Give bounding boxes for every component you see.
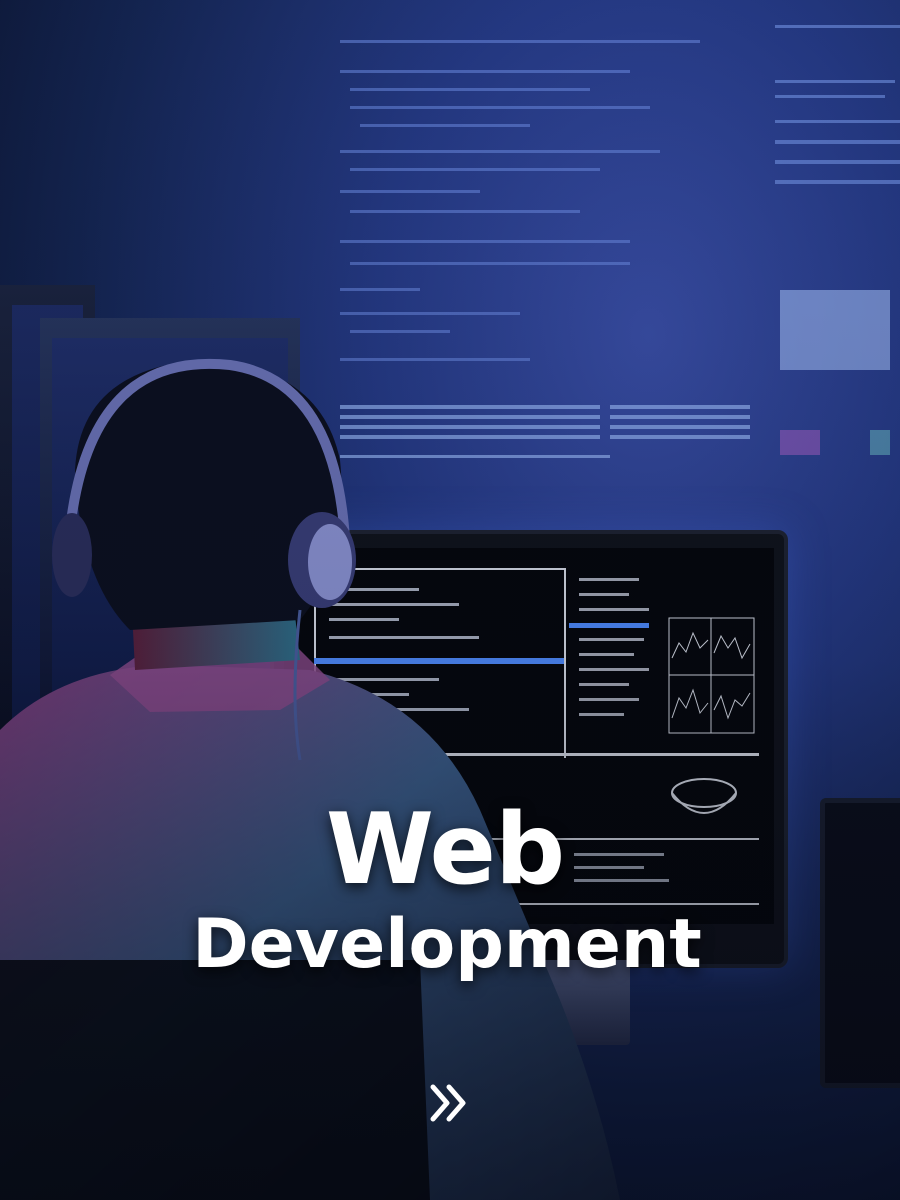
- title-line-web: Web: [325, 793, 565, 907]
- card-title: Web Development: [0, 795, 900, 985]
- next-button[interactable]: [420, 1075, 476, 1131]
- wall-code-panel: [775, 25, 900, 455]
- developer-silhouette: [0, 358, 620, 1200]
- web-development-card[interactable]: Web Development: [0, 0, 900, 1200]
- double-chevron-right-icon: [430, 1084, 466, 1122]
- title-line-development: Development: [192, 905, 702, 984]
